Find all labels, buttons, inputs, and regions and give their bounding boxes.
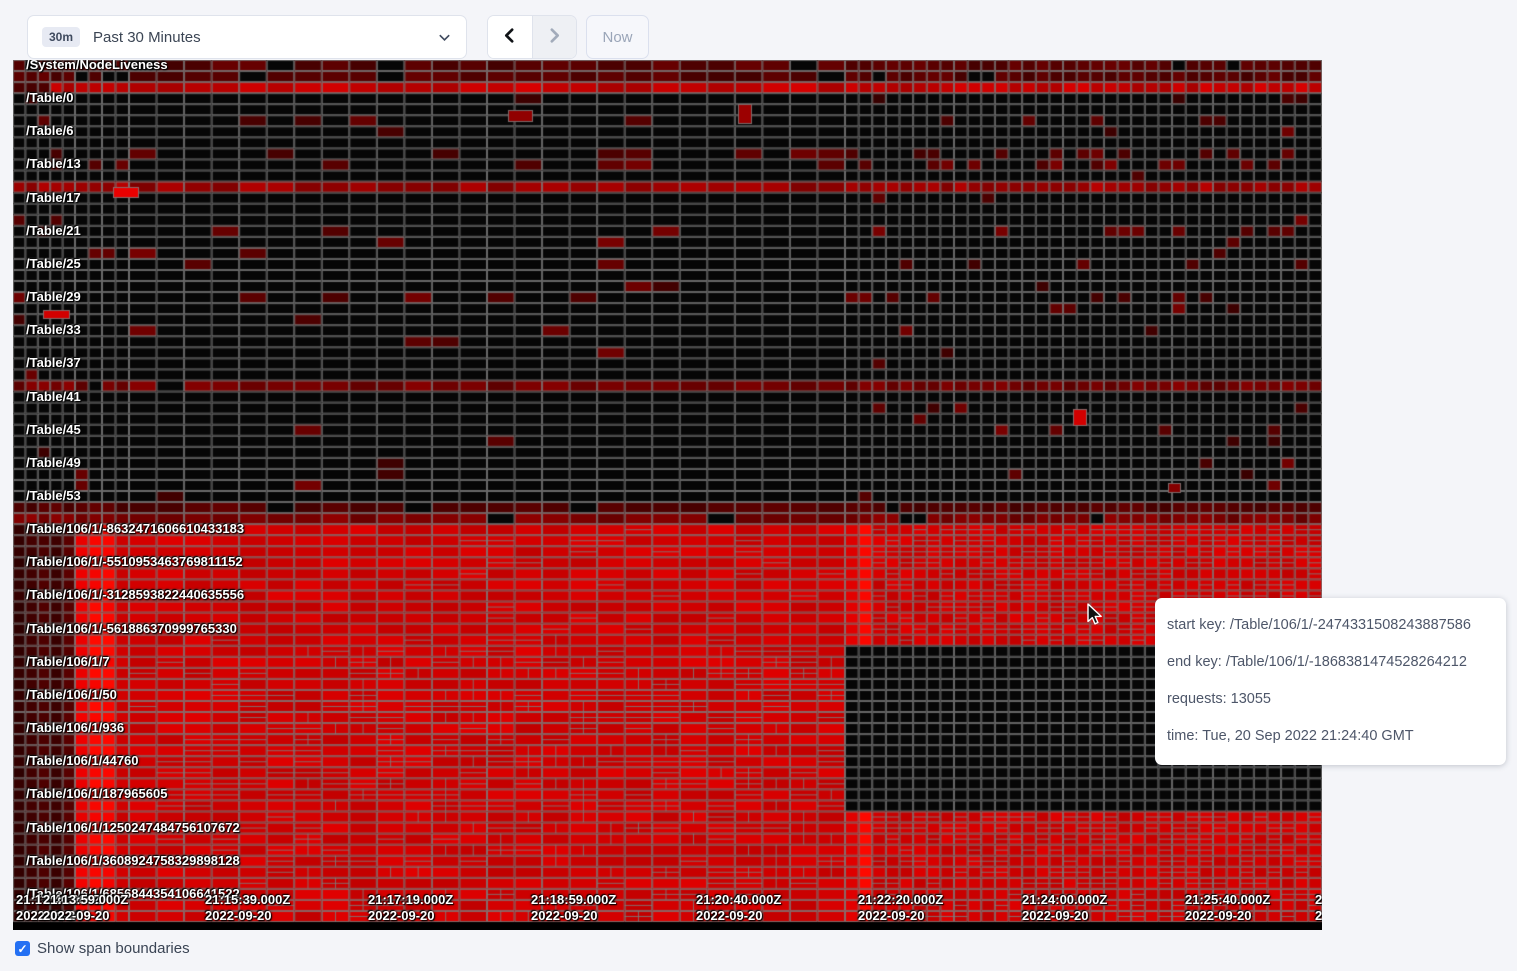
- show-span-boundaries-checkbox[interactable]: ✓: [15, 941, 30, 956]
- chevron-right-icon: [546, 27, 563, 47]
- prev-time-button[interactable]: [488, 16, 532, 58]
- tooltip-start-key: start key: /Table/106/1/-247433150824388…: [1167, 607, 1494, 644]
- show-span-boundaries-label: Show span boundaries: [37, 940, 190, 957]
- tooltip-requests: requests: 13055: [1167, 681, 1494, 718]
- keyvis-heatmap-canvas[interactable]: [13, 60, 1322, 930]
- keyvis-tooltip: start key: /Table/106/1/-247433150824388…: [1155, 598, 1506, 765]
- footer: ✓ Show span boundaries: [15, 940, 190, 957]
- time-range-label: Past 30 Minutes: [93, 29, 201, 46]
- time-nav-group: [487, 15, 577, 59]
- keyvis-heatmap[interactable]: /System/NodeLiveness/Table/0/Table/6/Tab…: [13, 60, 1322, 930]
- now-button[interactable]: Now: [586, 15, 649, 59]
- key-visualizer-page: 30m Past 30 Minutes Now /System/NodeLive…: [0, 0, 1517, 971]
- tooltip-end-key: end key: /Table/106/1/-18683814745282642…: [1167, 644, 1494, 681]
- tooltip-time: time: Tue, 20 Sep 2022 21:24:40 GMT: [1167, 718, 1494, 755]
- time-range-select[interactable]: 30m Past 30 Minutes: [27, 15, 467, 59]
- next-time-button[interactable]: [532, 16, 577, 58]
- chevron-down-icon: [437, 30, 452, 45]
- toolbar: 30m Past 30 Minutes Now: [27, 15, 649, 59]
- time-range-badge: 30m: [42, 27, 80, 47]
- chevron-left-icon: [501, 27, 518, 47]
